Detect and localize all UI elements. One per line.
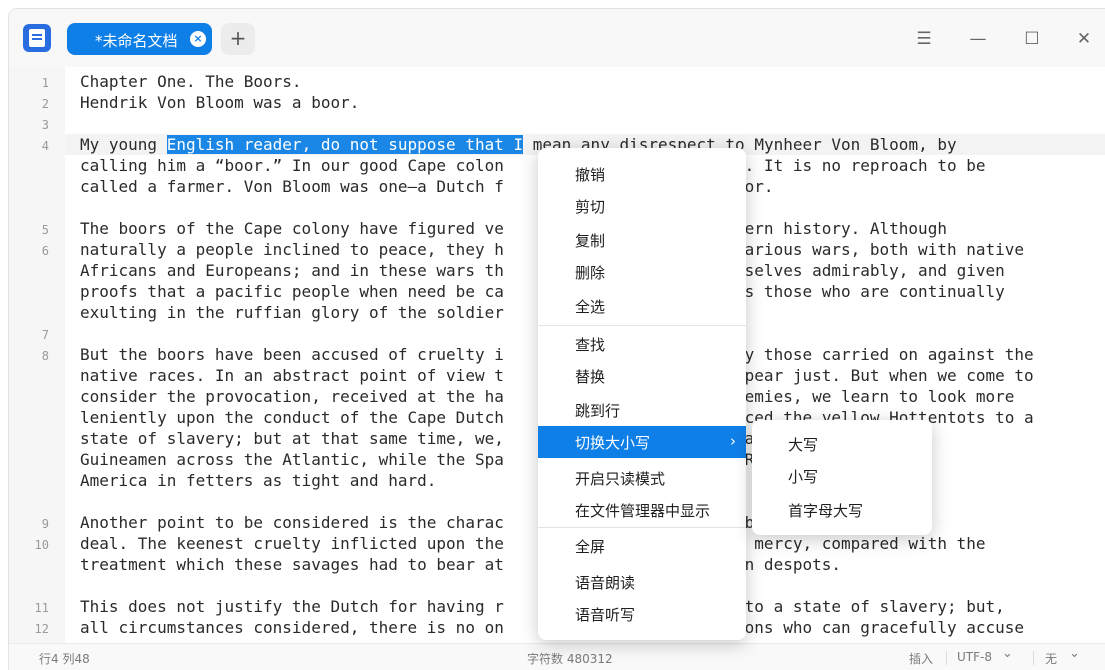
menu-item-label: 全选 — [575, 298, 606, 316]
text-line: Hendrik Von Bloom was a boor. — [80, 92, 1034, 113]
submenu-item[interactable]: 首字母大写 — [752, 494, 932, 526]
menu-item-label: 切换大小写 — [575, 434, 651, 452]
insert-mode-indicator[interactable]: 插入 — [909, 650, 933, 667]
context-menu-item[interactable]: 在文件管理器中显示 — [538, 494, 746, 526]
context-menu-item[interactable]: 撤销 — [538, 158, 746, 190]
text-segment: Guineamen across the Atlantic, while the… — [80, 450, 504, 469]
plus-icon[interactable]: + — [221, 23, 255, 55]
context-menu-item[interactable]: 切换大小写 › — [538, 426, 746, 458]
tab-label: *未命名文档 — [95, 32, 178, 50]
tab-untitled-document[interactable]: *未命名文档 × — [67, 23, 212, 55]
submenu-item[interactable]: 大写 — [752, 428, 932, 460]
line-number: 11 — [34, 601, 49, 615]
menu-item-label: 跳到行 — [575, 402, 621, 420]
menu-separator — [538, 325, 746, 326]
menu-item-label: 替换 — [575, 368, 606, 386]
text-segment: proofs that a pacific people when need b… — [80, 282, 504, 301]
menu-item-label: 语音听写 — [575, 606, 636, 624]
line-number: 12 — [34, 622, 49, 636]
menu-separator — [538, 527, 746, 528]
minimize-icon[interactable]: — — [961, 25, 995, 53]
text-segment: Africans and Europeans; and in these war… — [80, 261, 504, 280]
context-menu-item[interactable]: 替换 — [538, 360, 746, 392]
text-segment: treatment which these savages had to bea… — [80, 555, 504, 574]
line-number: 7 — [41, 328, 49, 342]
text-segment: Hendrik Von Bloom was a boor. — [80, 93, 360, 112]
text-segment: leniently upon the conduct of the Cape D… — [80, 408, 504, 427]
context-menu-item[interactable]: 开启只读模式 — [538, 462, 746, 494]
text-line: Chapter One. The Boors. — [80, 71, 1034, 92]
text-segment: naturally a people inclined to peace, th… — [80, 240, 504, 259]
encoding-select[interactable]: UTF-8 — [957, 650, 992, 664]
text-segment: Another point to be considered is the ch… — [80, 513, 504, 532]
line-number: 8 — [41, 349, 49, 363]
line-number: 2 — [41, 97, 49, 111]
status-divider — [946, 651, 947, 665]
text-segment: state of slavery; but at that same time,… — [80, 429, 504, 448]
titlebar: *未命名文档 × + ☰ — ☐ ✕ — [9, 9, 1105, 67]
submenu-item[interactable]: 小写 — [752, 460, 932, 492]
status-bar: 行4 列48 字符数 480312 插入 UTF-8 ⌄ 无 ⌄ — [9, 643, 1105, 670]
text-segment: calling him a “boor.” In our good Cape c… — [80, 156, 504, 175]
maximize-icon[interactable]: ☐ — [1015, 25, 1049, 53]
menu-item-label: 在文件管理器中显示 — [575, 502, 711, 520]
submenu-item-label: 大写 — [788, 436, 819, 454]
context-menu-item[interactable]: 语音朗读 — [538, 566, 746, 598]
app-icon-line — [32, 38, 42, 40]
text-segment: But the boors have been accused of cruel… — [80, 345, 504, 364]
selected-text: English reader, do not suppose that I — [166, 135, 524, 154]
context-menu-item[interactable]: 复制 — [538, 224, 746, 256]
context-menu-item[interactable]: 跳到行 — [538, 394, 746, 426]
app-icon[interactable] — [23, 24, 51, 52]
text-segment: called a farmer. Von Bloom was one—a Dut… — [80, 177, 504, 196]
menu-item-label: 复制 — [575, 232, 606, 250]
line-number: 6 — [41, 244, 49, 258]
menu-icon[interactable]: ☰ — [907, 25, 941, 53]
close-tab-icon[interactable]: × — [190, 31, 206, 47]
menu-item-label: 撤销 — [575, 166, 606, 184]
text-segment: deal. The keenest cruelty inflicted upon… — [80, 534, 504, 553]
context-menu-item[interactable]: 语音听写 — [538, 598, 746, 630]
case-submenu: 大写 小写 首字母大写 — [752, 420, 932, 535]
line-number: 1 — [41, 76, 49, 90]
context-menu-item[interactable]: 全屏 — [538, 530, 746, 562]
text-segment: all circumstances considered, there is n… — [80, 618, 504, 637]
menu-item-label: 开启只读模式 — [575, 470, 666, 488]
menu-item-label: 删除 — [575, 264, 606, 282]
chevron-right-icon: › — [730, 432, 736, 450]
text-segment: consider the provocation, received at th… — [80, 387, 504, 406]
syntax-select[interactable]: 无 — [1045, 650, 1057, 667]
submenu-item-label: 小写 — [788, 468, 819, 486]
line-number: 5 — [41, 223, 49, 237]
line-number: 9 — [41, 517, 49, 531]
chevron-down-icon[interactable]: ⌄ — [1069, 646, 1080, 661]
submenu-item-label: 首字母大写 — [788, 502, 864, 520]
menu-item-label: 查找 — [575, 336, 606, 354]
chevron-down-icon[interactable]: ⌄ — [1002, 646, 1013, 661]
context-menu-item[interactable]: 删除 — [538, 256, 746, 288]
text-segment: The boors of the Cape colony have figure… — [80, 219, 504, 238]
line-number: 3 — [41, 118, 49, 132]
text-segment: native races. In an abstract point of vi… — [80, 366, 504, 385]
menu-item-label: 语音朗读 — [575, 574, 636, 592]
line-number: 4 — [41, 139, 49, 153]
status-divider — [1033, 651, 1034, 665]
context-menu-item[interactable]: 全选 — [538, 290, 746, 322]
line-number: 10 — [34, 538, 49, 552]
text-segment: America in fetters as tight and hard. — [80, 471, 437, 490]
close-icon[interactable]: ✕ — [1067, 25, 1101, 53]
text-segment: exulting in the ruffian glory of the sol… — [80, 303, 504, 322]
context-menu: 撤销剪切复制删除全选查找替换跳到行切换大小写 › 开启只读模式在文件管理器中显示 全屏… — [538, 148, 746, 640]
text-segment: Chapter One. The Boors. — [80, 72, 302, 91]
menu-item-label: 全屏 — [575, 538, 606, 556]
menu-item-label: 剪切 — [575, 198, 606, 216]
app-icon-line — [32, 34, 42, 36]
text-line — [80, 113, 1034, 134]
cursor-position: 行4 列48 — [39, 652, 90, 666]
text-segment: My young — [80, 135, 167, 154]
context-menu-item[interactable]: 查找 — [538, 328, 746, 360]
context-menu-item[interactable]: 剪切 — [538, 190, 746, 222]
text-segment: This does not justify the Dutch for havi… — [80, 597, 504, 616]
character-count: 字符数 480312 — [527, 652, 613, 666]
